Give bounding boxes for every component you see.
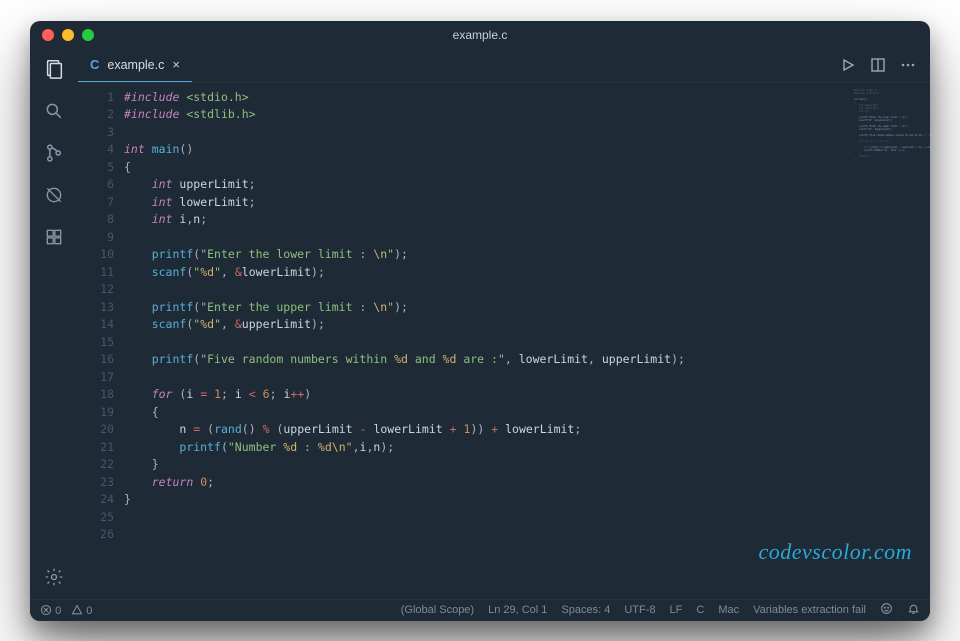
status-indentation[interactable]: Spaces: 4 [561,604,610,616]
status-cursor[interactable]: Ln 29, Col 1 [488,604,547,616]
editor-actions [840,49,930,82]
status-scope[interactable]: (Global Scope) [401,604,474,616]
main-area: C example.c × 12345678910111213141516171… [30,49,930,599]
split-editor-icon[interactable] [870,57,886,73]
traffic-lights [42,29,94,41]
code-content[interactable]: #include <stdio.h>#include <stdlib.h> in… [124,83,850,599]
status-os[interactable]: Mac [718,604,739,616]
run-icon[interactable] [840,57,856,73]
more-actions-icon[interactable] [900,57,916,73]
status-message[interactable]: Variables extraction fail [753,604,866,616]
status-bar: 0 0 (Global Scope) Ln 29, Col 1 Spaces: … [30,599,930,621]
tab-label: example.c [107,58,164,72]
status-warnings[interactable]: 0 [71,604,92,617]
search-icon[interactable] [42,99,66,123]
status-encoding[interactable]: UTF-8 [624,604,655,616]
window-title: example.c [30,28,930,42]
tab-bar: C example.c × [78,49,930,83]
status-language[interactable]: C [696,604,704,616]
editor-body[interactable]: 1234567891011121314151617181920212223242… [78,83,930,599]
tab-example-c[interactable]: C example.c × [78,49,192,82]
notifications-bell-icon[interactable] [907,602,920,618]
editor-area: C example.c × 12345678910111213141516171… [78,49,930,599]
debug-icon[interactable] [42,183,66,207]
titlebar: example.c [30,21,930,49]
status-errors[interactable]: 0 [40,604,61,617]
feedback-icon[interactable] [880,602,893,618]
extensions-icon[interactable] [42,225,66,249]
activity-bar [30,49,78,599]
zoom-window-button[interactable] [82,29,94,41]
language-badge: C [90,57,99,72]
minimize-window-button[interactable] [62,29,74,41]
close-window-button[interactable] [42,29,54,41]
settings-gear-icon[interactable] [42,565,66,589]
minimap[interactable]: #include <stdio.h>#include <stdlib.h> in… [850,83,930,599]
source-control-icon[interactable] [42,141,66,165]
line-number-gutter: 1234567891011121314151617181920212223242… [78,83,124,599]
editor-window: example.c [30,21,930,621]
status-eol[interactable]: LF [670,604,683,616]
close-tab-icon[interactable]: × [172,57,180,72]
explorer-icon[interactable] [42,57,66,81]
